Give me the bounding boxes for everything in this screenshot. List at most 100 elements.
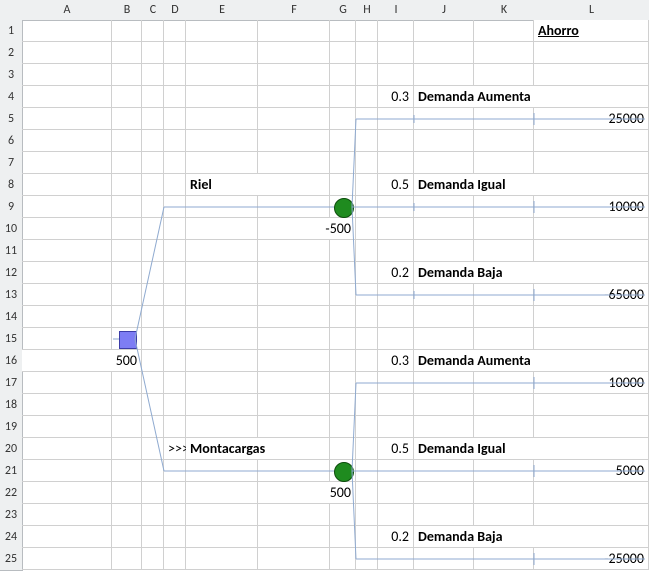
cell[interactable] bbox=[186, 350, 258, 372]
cell[interactable] bbox=[112, 218, 142, 240]
cell[interactable] bbox=[534, 416, 649, 438]
col-header-K[interactable]: K bbox=[474, 0, 535, 21]
cell[interactable] bbox=[186, 482, 258, 504]
cell[interactable] bbox=[142, 174, 164, 196]
cell[interactable] bbox=[112, 482, 142, 504]
cell[interactable] bbox=[164, 42, 186, 64]
cell[interactable] bbox=[142, 328, 164, 350]
cell[interactable] bbox=[330, 416, 356, 438]
cell[interactable] bbox=[22, 108, 112, 130]
cell[interactable] bbox=[186, 196, 258, 218]
cell[interactable] bbox=[378, 482, 414, 504]
cell[interactable] bbox=[112, 240, 142, 262]
row-header-2[interactable]: 2 bbox=[0, 42, 23, 65]
col-header-F[interactable]: F bbox=[258, 0, 331, 21]
cell[interactable] bbox=[356, 460, 378, 482]
cell[interactable] bbox=[186, 64, 258, 86]
cell[interactable] bbox=[356, 196, 378, 218]
cell[interactable] bbox=[330, 526, 356, 548]
cell[interactable] bbox=[22, 42, 112, 64]
cell[interactable] bbox=[164, 504, 186, 526]
cell[interactable] bbox=[142, 526, 164, 548]
cell[interactable] bbox=[22, 504, 112, 526]
cell[interactable] bbox=[186, 42, 258, 64]
cell[interactable] bbox=[22, 482, 112, 504]
cell[interactable] bbox=[258, 42, 330, 64]
cell[interactable] bbox=[142, 438, 164, 460]
cell[interactable] bbox=[534, 64, 649, 86]
cell[interactable] bbox=[22, 262, 112, 284]
cell[interactable] bbox=[22, 240, 112, 262]
col-header-A[interactable]: A bbox=[22, 0, 113, 21]
cell[interactable] bbox=[112, 548, 142, 570]
cell[interactable] bbox=[142, 130, 164, 152]
cell[interactable] bbox=[534, 394, 649, 416]
cell[interactable] bbox=[378, 240, 414, 262]
cell[interactable] bbox=[378, 328, 414, 350]
cell[interactable] bbox=[258, 196, 330, 218]
cell[interactable] bbox=[474, 240, 534, 262]
cell[interactable] bbox=[186, 20, 258, 42]
row-header-16[interactable]: 16 bbox=[0, 350, 23, 373]
cell[interactable] bbox=[356, 526, 378, 548]
cell[interactable] bbox=[112, 64, 142, 86]
cell[interactable] bbox=[330, 20, 356, 42]
cell[interactable] bbox=[258, 350, 330, 372]
cell[interactable] bbox=[474, 284, 534, 306]
cell[interactable] bbox=[474, 328, 534, 350]
cell[interactable] bbox=[142, 152, 164, 174]
cell[interactable] bbox=[378, 460, 414, 482]
cell[interactable] bbox=[330, 394, 356, 416]
cell[interactable] bbox=[378, 394, 414, 416]
cell[interactable] bbox=[164, 20, 186, 42]
cell[interactable] bbox=[186, 504, 258, 526]
cell[interactable] bbox=[356, 20, 378, 42]
cell[interactable] bbox=[330, 262, 356, 284]
col-header-D[interactable]: D bbox=[164, 0, 187, 21]
row-header-22[interactable]: 22 bbox=[0, 482, 23, 505]
cell[interactable] bbox=[22, 64, 112, 86]
row-header-21[interactable]: 21 bbox=[0, 460, 23, 483]
cell[interactable] bbox=[186, 262, 258, 284]
cell[interactable] bbox=[330, 548, 356, 570]
cell[interactable] bbox=[474, 108, 534, 130]
cell[interactable] bbox=[414, 460, 474, 482]
cell[interactable] bbox=[164, 64, 186, 86]
cell[interactable] bbox=[414, 218, 474, 240]
cell[interactable] bbox=[414, 64, 474, 86]
cell[interactable] bbox=[330, 372, 356, 394]
cell[interactable] bbox=[378, 196, 414, 218]
cell[interactable] bbox=[474, 548, 534, 570]
cell[interactable] bbox=[22, 86, 112, 108]
cell[interactable] bbox=[378, 64, 414, 86]
row-header-13[interactable]: 13 bbox=[0, 284, 23, 307]
cell[interactable] bbox=[164, 372, 186, 394]
cell[interactable] bbox=[164, 416, 186, 438]
cell[interactable] bbox=[356, 328, 378, 350]
row-header-7[interactable]: 7 bbox=[0, 152, 23, 175]
cell[interactable] bbox=[356, 86, 378, 108]
cell[interactable] bbox=[474, 394, 534, 416]
cell[interactable] bbox=[164, 526, 186, 548]
row-header-24[interactable]: 24 bbox=[0, 526, 23, 549]
cell[interactable] bbox=[186, 526, 258, 548]
col-header-I[interactable]: I bbox=[378, 0, 415, 21]
cell[interactable] bbox=[142, 64, 164, 86]
cell[interactable] bbox=[414, 482, 474, 504]
cell[interactable] bbox=[258, 284, 330, 306]
row-header-12[interactable]: 12 bbox=[0, 262, 23, 285]
cell[interactable] bbox=[330, 86, 356, 108]
cell[interactable] bbox=[142, 504, 164, 526]
cell[interactable] bbox=[186, 372, 258, 394]
cell[interactable] bbox=[142, 86, 164, 108]
cell[interactable] bbox=[186, 306, 258, 328]
cell[interactable] bbox=[164, 350, 186, 372]
cell[interactable] bbox=[164, 394, 186, 416]
cell[interactable] bbox=[258, 20, 330, 42]
cell[interactable] bbox=[534, 504, 649, 526]
cell[interactable] bbox=[330, 42, 356, 64]
cell[interactable] bbox=[112, 416, 142, 438]
cell[interactable] bbox=[414, 306, 474, 328]
cell[interactable] bbox=[22, 328, 112, 350]
cell[interactable] bbox=[186, 240, 258, 262]
